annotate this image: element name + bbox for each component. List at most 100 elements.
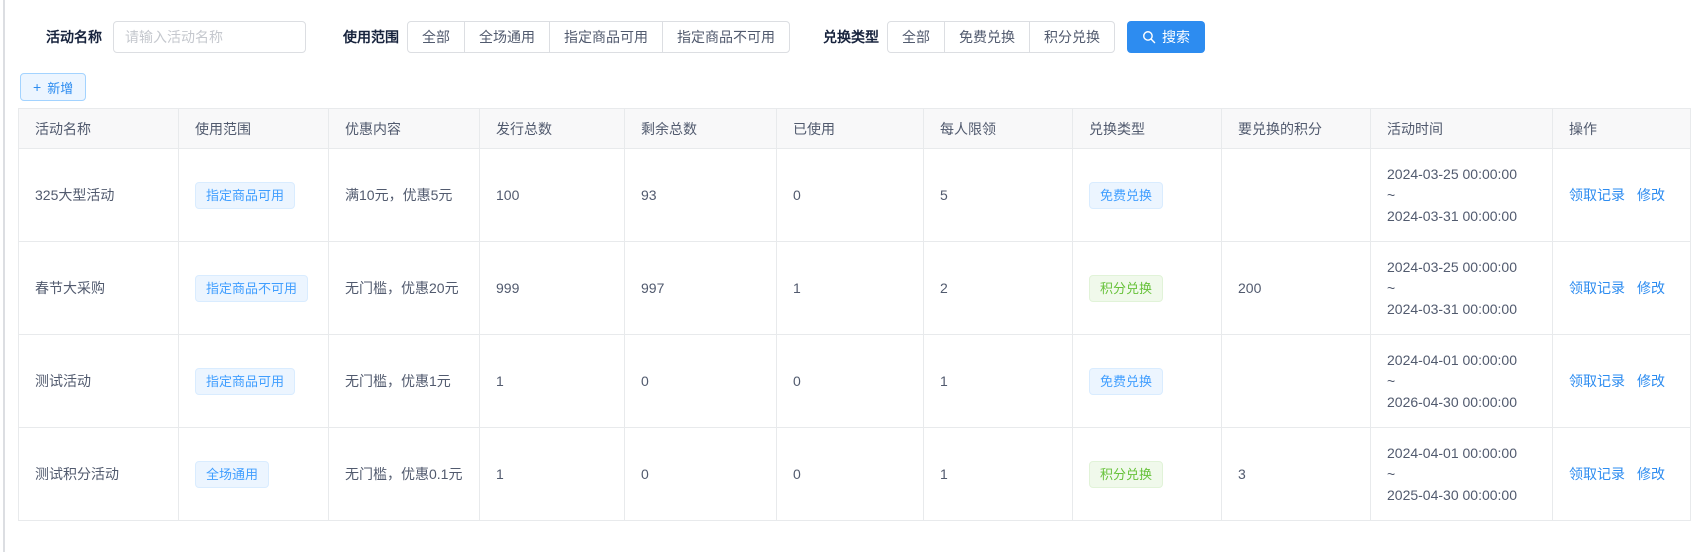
usage-scope-option-button[interactable]: 指定商品可用 <box>549 21 663 53</box>
add-button-label: 新增 <box>47 78 73 97</box>
cell-usage-scope: 全场通用 <box>179 428 329 521</box>
activity-table: 活动名称使用范围优惠内容发行总数剩余总数已使用每人限领兑换类型要兑换的积分活动时… <box>18 108 1691 521</box>
usage-scope-label: 使用范围 <box>343 27 399 47</box>
time-start: 2024-03-25 00:00:00 <box>1387 164 1536 185</box>
cell-total-remaining: 0 <box>625 428 777 521</box>
cell-points-required: 200 <box>1222 242 1371 335</box>
column-header: 使用范围 <box>179 109 329 149</box>
cell-limit-per-person: 5 <box>924 149 1073 242</box>
time-start: 2024-04-01 00:00:00 <box>1387 443 1536 464</box>
time-end: 2024-03-31 00:00:00 <box>1387 299 1536 320</box>
column-header: 活动名称 <box>19 109 179 149</box>
exchange-type-label: 兑换类型 <box>823 27 879 47</box>
claim-records-link[interactable]: 领取记录 <box>1569 373 1625 389</box>
cell-discount-content: 满10元，优惠5元 <box>329 149 480 242</box>
cell-limit-per-person: 1 <box>924 428 1073 521</box>
column-header: 要兑换的积分 <box>1222 109 1371 149</box>
cell-actions: 领取记录修改 <box>1553 428 1691 521</box>
cell-used: 0 <box>777 335 924 428</box>
cell-activity-name: 测试活动 <box>19 335 179 428</box>
edit-link[interactable]: 修改 <box>1637 187 1665 203</box>
cell-activity-time: 2024-03-25 00:00:00~2024-03-31 00:00:00 <box>1371 242 1553 335</box>
time-end: 2026-04-30 00:00:00 <box>1387 392 1536 413</box>
cell-total-remaining: 0 <box>625 335 777 428</box>
cell-total-issued: 1 <box>480 428 625 521</box>
cell-discount-content: 无门槛，优惠0.1元 <box>329 428 480 521</box>
usage-scope-button-group: 全部全场通用指定商品可用指定商品不可用 <box>407 21 790 53</box>
cell-points-required: 3 <box>1222 428 1371 521</box>
cell-exchange-type: 积分兑换 <box>1073 428 1222 521</box>
activity-name-input[interactable] <box>113 21 306 53</box>
time-separator: ~ <box>1387 464 1536 485</box>
cell-activity-name: 春节大采购 <box>19 242 179 335</box>
cell-total-issued: 100 <box>480 149 625 242</box>
column-header: 剩余总数 <box>625 109 777 149</box>
cell-points-required <box>1222 335 1371 428</box>
cell-usage-scope: 指定商品不可用 <box>179 242 329 335</box>
exchange-type-option-button[interactable]: 全部 <box>887 21 945 53</box>
cell-used: 0 <box>777 149 924 242</box>
time-end: 2024-03-31 00:00:00 <box>1387 206 1536 227</box>
filter-bar: 活动名称 使用范围 全部全场通用指定商品可用指定商品不可用 兑换类型 全部免费兑… <box>0 0 1708 53</box>
claim-records-link[interactable]: 领取记录 <box>1569 280 1625 296</box>
cell-usage-scope: 指定商品可用 <box>179 149 329 242</box>
cell-usage-scope: 指定商品可用 <box>179 335 329 428</box>
usage-scope-tag: 指定商品可用 <box>195 368 295 395</box>
cell-activity-time: 2024-04-01 00:00:00~2026-04-30 00:00:00 <box>1371 335 1553 428</box>
cell-actions: 领取记录修改 <box>1553 335 1691 428</box>
column-header: 每人限领 <box>924 109 1073 149</box>
edit-link[interactable]: 修改 <box>1637 280 1665 296</box>
cell-discount-content: 无门槛，优惠1元 <box>329 335 480 428</box>
cell-used: 1 <box>777 242 924 335</box>
usage-scope-option-button[interactable]: 全部 <box>407 21 465 53</box>
table-row: 测试积分活动全场通用无门槛，优惠0.1元1001积分兑换32024-04-01 … <box>19 428 1691 521</box>
table-row: 测试活动指定商品可用无门槛，优惠1元1001免费兑换2024-04-01 00:… <box>19 335 1691 428</box>
cell-activity-name: 测试积分活动 <box>19 428 179 521</box>
exchange-type-tag: 积分兑换 <box>1089 461 1163 488</box>
cell-total-remaining: 997 <box>625 242 777 335</box>
add-button[interactable]: + 新增 <box>20 73 86 101</box>
time-start: 2024-03-25 00:00:00 <box>1387 257 1536 278</box>
edit-link[interactable]: 修改 <box>1637 466 1665 482</box>
usage-scope-option-button[interactable]: 指定商品不可用 <box>662 21 790 53</box>
toolbar: + 新增 <box>20 73 1708 101</box>
search-icon <box>1142 30 1156 44</box>
exchange-type-button-group: 全部免费兑换积分兑换 <box>887 21 1115 53</box>
cell-total-issued: 999 <box>480 242 625 335</box>
time-separator: ~ <box>1387 371 1536 392</box>
activity-name-label: 活动名称 <box>46 27 102 47</box>
cell-exchange-type: 积分兑换 <box>1073 242 1222 335</box>
exchange-type-option-button[interactable]: 积分兑换 <box>1029 21 1115 53</box>
table-body: 325大型活动指定商品可用满10元，优惠5元1009305免费兑换2024-03… <box>19 149 1691 521</box>
exchange-type-tag: 积分兑换 <box>1089 275 1163 302</box>
column-header: 操作 <box>1553 109 1691 149</box>
column-header: 发行总数 <box>480 109 625 149</box>
claim-records-link[interactable]: 领取记录 <box>1569 187 1625 203</box>
cell-limit-per-person: 2 <box>924 242 1073 335</box>
exchange-type-option-button[interactable]: 免费兑换 <box>944 21 1030 53</box>
usage-scope-tag: 指定商品不可用 <box>195 275 308 302</box>
exchange-type-tag: 免费兑换 <box>1089 182 1163 209</box>
table-header: 活动名称使用范围优惠内容发行总数剩余总数已使用每人限领兑换类型要兑换的积分活动时… <box>19 109 1691 149</box>
cell-exchange-type: 免费兑换 <box>1073 335 1222 428</box>
cell-used: 0 <box>777 428 924 521</box>
edit-link[interactable]: 修改 <box>1637 373 1665 389</box>
table-row: 325大型活动指定商品可用满10元，优惠5元1009305免费兑换2024-03… <box>19 149 1691 242</box>
cell-limit-per-person: 1 <box>924 335 1073 428</box>
search-button[interactable]: 搜索 <box>1127 21 1205 53</box>
plus-icon: + <box>33 80 41 94</box>
column-header: 兑换类型 <box>1073 109 1222 149</box>
cell-actions: 领取记录修改 <box>1553 242 1691 335</box>
cell-actions: 领取记录修改 <box>1553 149 1691 242</box>
cell-total-remaining: 93 <box>625 149 777 242</box>
claim-records-link[interactable]: 领取记录 <box>1569 466 1625 482</box>
table-header-row: 活动名称使用范围优惠内容发行总数剩余总数已使用每人限领兑换类型要兑换的积分活动时… <box>19 109 1691 149</box>
column-header: 优惠内容 <box>329 109 480 149</box>
cell-activity-time: 2024-03-25 00:00:00~2024-03-31 00:00:00 <box>1371 149 1553 242</box>
cell-exchange-type: 免费兑换 <box>1073 149 1222 242</box>
usage-scope-option-button[interactable]: 全场通用 <box>464 21 550 53</box>
cell-activity-time: 2024-04-01 00:00:00~2025-04-30 00:00:00 <box>1371 428 1553 521</box>
usage-scope-tag: 全场通用 <box>195 461 269 488</box>
usage-scope-tag: 指定商品可用 <box>195 182 295 209</box>
time-separator: ~ <box>1387 185 1536 206</box>
